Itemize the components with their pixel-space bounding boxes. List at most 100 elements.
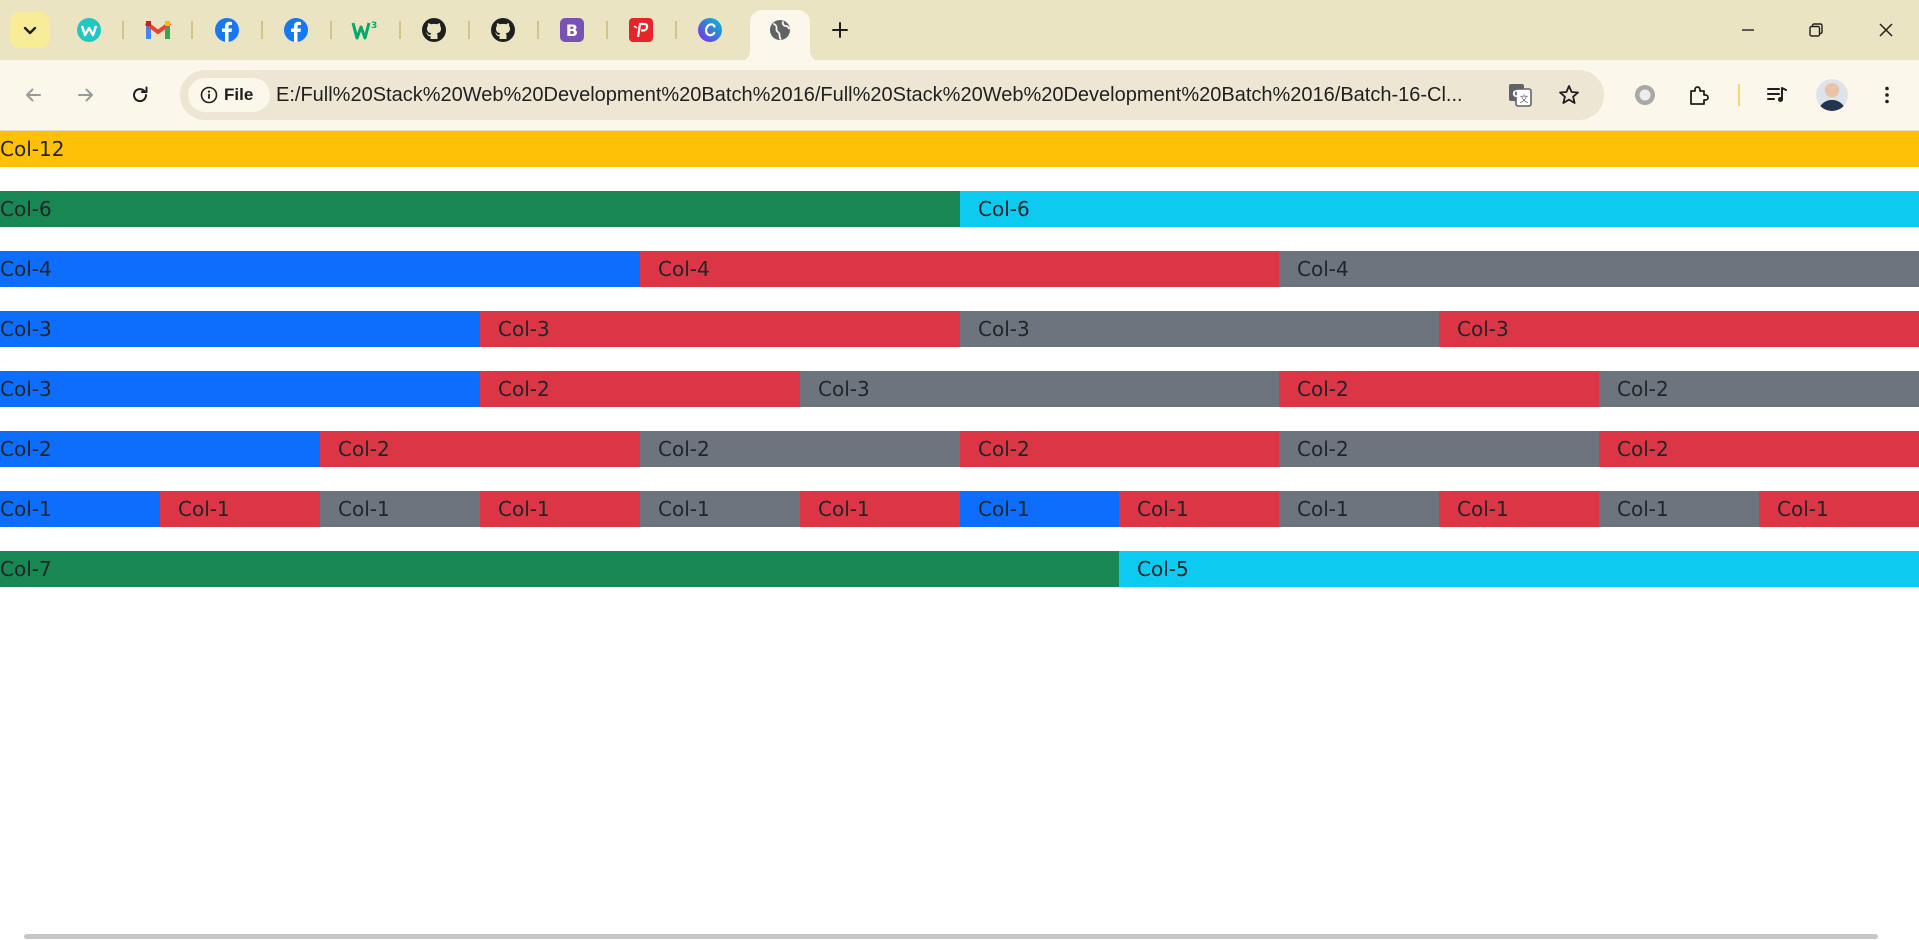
github-icon [422, 18, 446, 42]
tab-separator [399, 21, 401, 39]
bootstrap-icon: B [560, 18, 584, 42]
tab-separator [330, 21, 332, 39]
tab-separator [122, 21, 124, 39]
kebab-menu-icon [1885, 86, 1889, 104]
media-controls-button[interactable] [1758, 76, 1796, 114]
tab-separator [468, 21, 470, 39]
grid-col-3: Col-3 [0, 311, 480, 347]
grid-col-6: Col-6 [960, 191, 1919, 227]
extension-button[interactable] [1626, 76, 1664, 114]
grid-col-3: Col-3 [480, 311, 960, 347]
tab-search-button[interactable] [10, 12, 50, 48]
grid-col-7: Col-7 [0, 551, 1119, 587]
record-extension-icon [1635, 85, 1655, 105]
minimize-icon [1742, 29, 1754, 31]
grid-col-1: Col-1 [800, 491, 960, 527]
grid-col-1: Col-1 [1599, 491, 1759, 527]
grid-col-3: Col-3 [0, 371, 480, 407]
tab-github[interactable] [489, 16, 517, 44]
profile-avatar[interactable] [1816, 79, 1848, 111]
url-text[interactable]: E:/Full%20Stack%20Web%20Development%20Ba… [276, 83, 1496, 107]
tab-strip: 3 B [0, 0, 1919, 62]
restore-button[interactable] [1796, 12, 1836, 48]
grid-col-1: Col-1 [960, 491, 1119, 527]
grid-col-1: Col-1 [480, 491, 640, 527]
reload-icon [133, 86, 148, 103]
grid-col-1: Col-1 [1439, 491, 1599, 527]
browser-menu-button[interactable] [1868, 76, 1906, 114]
grid-col-2: Col-2 [1279, 431, 1599, 467]
tab-github[interactable] [420, 16, 448, 44]
media-queue-icon [1767, 87, 1787, 102]
tab-pdf[interactable] [627, 16, 655, 44]
grid-col-3: Col-3 [1439, 311, 1919, 347]
grid-col-6: Col-6 [0, 191, 960, 227]
back-button[interactable] [14, 76, 52, 114]
tab-facebook[interactable] [213, 16, 241, 44]
forward-button[interactable] [67, 76, 105, 114]
minimize-button[interactable] [1728, 12, 1768, 48]
translate-button[interactable]: G 文 [1505, 80, 1535, 110]
extensions-menu-button[interactable] [1680, 76, 1718, 114]
grid-col-1: Col-1 [640, 491, 800, 527]
reload-button[interactable] [121, 76, 159, 114]
grid-col-4: Col-4 [0, 251, 640, 287]
grid-row: Col-3 Col-3 Col-3 Col-3 [0, 311, 1919, 347]
tab-active-local-file[interactable] [738, 10, 822, 62]
horizontal-scrollbar[interactable] [0, 931, 1919, 940]
tab-separator [675, 21, 677, 39]
facebook-icon [215, 18, 239, 42]
grid-row: Col-7 Col-5 [0, 551, 1919, 587]
grid-col-1: Col-1 [1759, 491, 1919, 527]
site-info-chip[interactable]: File [188, 78, 270, 112]
close-window-button[interactable] [1866, 12, 1906, 48]
chevron-down-icon [23, 26, 37, 35]
arrow-left-icon [26, 88, 41, 102]
restore-icon [1809, 23, 1823, 37]
grid-col-5: Col-5 [1119, 551, 1919, 587]
grid-col-2: Col-2 [480, 371, 800, 407]
tab-canva[interactable] [696, 16, 724, 44]
facebook-icon [284, 18, 308, 42]
pdf-icon [629, 18, 653, 42]
new-tab-button[interactable] [824, 14, 856, 46]
gmail-icon [145, 21, 171, 39]
grid-row: Col-6 Col-6 [0, 191, 1919, 227]
canva-icon [698, 18, 722, 42]
arrow-right-icon [78, 88, 93, 102]
tab-wix[interactable] [75, 16, 103, 44]
grid-col-1: Col-1 [160, 491, 320, 527]
grid-col-2: Col-2 [320, 431, 640, 467]
plus-icon [832, 22, 848, 38]
bookmark-button[interactable] [1554, 80, 1584, 110]
grid-col-2: Col-2 [640, 431, 960, 467]
grid-col-4: Col-4 [1279, 251, 1919, 287]
grid-col-2: Col-2 [0, 431, 320, 467]
tab-bootstrap[interactable]: B [558, 16, 586, 44]
grid-row: Col-1 Col-1 Col-1 Col-1 Col-1 Col-1 Col-1 Col-1… [0, 491, 1919, 527]
translate-icon: G 文 [1509, 84, 1532, 107]
site-chip-label: File [224, 85, 254, 104]
page-content: Col-12 Col-6 Col-6 Col-4 Col-4 Col-4 Col-3 Col-… [0, 131, 1919, 931]
grid-col-1: Col-1 [320, 491, 480, 527]
globe-icon [770, 20, 790, 40]
close-icon [1879, 23, 1893, 37]
tab-gmail[interactable] [144, 16, 172, 44]
grid-col-2: Col-2 [960, 431, 1279, 467]
w3schools-icon: 3 [351, 21, 377, 40]
svg-text:3: 3 [371, 21, 377, 31]
grid-row: Col-12 [0, 131, 1919, 167]
tab-favicon [766, 16, 794, 44]
tab-separator [606, 21, 608, 39]
grid-col-3: Col-3 [960, 311, 1439, 347]
grid-row: Col-4 Col-4 Col-4 [0, 251, 1919, 287]
grid-row: Col-2 Col-2 Col-2 Col-2 Col-2 Col-2 [0, 431, 1919, 467]
tab-facebook[interactable] [282, 16, 310, 44]
grid-col-3: Col-3 [800, 371, 1279, 407]
tab-separator [191, 21, 193, 39]
grid-col-1: Col-1 [1279, 491, 1439, 527]
address-bar[interactable]: File E:/Full%20Stack%20Web%20Development… [180, 70, 1604, 120]
tab-w3schools[interactable]: 3 [351, 16, 379, 44]
puzzle-icon [1690, 86, 1709, 105]
scrollbar-thumb[interactable] [24, 934, 1878, 939]
